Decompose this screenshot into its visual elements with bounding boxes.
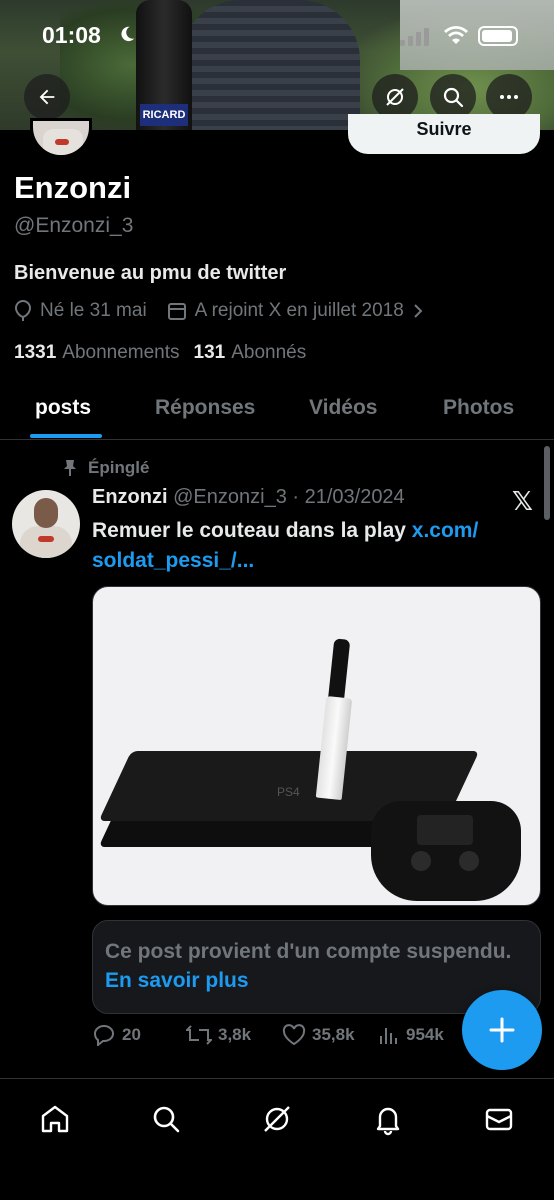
arrow-left-icon: [39, 89, 55, 105]
learn-more-link[interactable]: En savoir plus: [105, 969, 249, 992]
banner-bottle-label: RICARD: [140, 104, 188, 126]
post-text[interactable]: Remuer le couteau dans la play x.com/ so…: [92, 516, 532, 576]
nav-grok[interactable]: [257, 1099, 297, 1139]
nav-search[interactable]: [146, 1099, 186, 1139]
bell-icon: [376, 1107, 400, 1136]
active-tab-indicator: [30, 434, 102, 438]
wifi-icon: [444, 26, 468, 44]
birthday-text: Né le 31 mai: [40, 300, 147, 321]
post-media-image[interactable]: PS4: [92, 586, 541, 906]
avatar-shirt-mark: [55, 139, 69, 145]
profile-handle: @Enzonzi_3: [14, 214, 134, 237]
search-icon: [153, 1106, 180, 1133]
plus-icon: [489, 1017, 515, 1043]
reply-icon: [93, 1024, 115, 1046]
controller: [371, 801, 521, 901]
mail-icon: [485, 1108, 513, 1131]
tab-replies[interactable]: Réponses: [155, 396, 255, 420]
moon-icon: [121, 26, 135, 42]
post-author-meta: @Enzonzi_3 · 21/03/2024: [173, 486, 405, 508]
tab-photos[interactable]: Photos: [443, 396, 514, 420]
profile-avatar[interactable]: [30, 118, 92, 158]
pinned-text: Épinglé: [88, 458, 150, 477]
follow-counts: 1331 Abonnements 131 Abonnés: [14, 342, 320, 364]
pinned-label: Épinglé: [62, 458, 149, 478]
nav-messages[interactable]: [479, 1099, 519, 1139]
compose-button[interactable]: [462, 990, 542, 1070]
avatar-head: [34, 498, 58, 528]
balloon-icon: [14, 300, 32, 321]
profile-bio: Bienvenue au pmu de twitter: [14, 262, 287, 284]
view-count: 954k: [406, 1025, 444, 1044]
pin-icon: [64, 460, 76, 476]
tab-videos[interactable]: Vidéos: [309, 396, 377, 420]
x-logo-icon: 𝕏: [512, 486, 533, 516]
scrollbar[interactable]: [544, 446, 550, 520]
status-time: 01:08: [42, 22, 101, 48]
controller-touchpad: [417, 815, 473, 845]
post-author-avatar[interactable]: [12, 490, 80, 558]
suspended-text: Ce post provient d'un compte suspendu.: [105, 940, 512, 963]
following-count: 1331: [14, 342, 57, 363]
followers-label: Abonnés: [231, 342, 307, 363]
knife-handle: [327, 638, 351, 704]
followers-count: 131: [193, 342, 226, 363]
profile-meta: Né le 31 mai A rejoint X en juillet 2018: [14, 300, 444, 322]
post-body: Remuer le couteau dans la play: [92, 519, 412, 542]
profile-display-name: Enzonzi: [14, 170, 132, 205]
more-horizontal-icon: [500, 95, 518, 99]
search-icon: [443, 87, 464, 108]
home-icon: [41, 1105, 69, 1133]
grok-icon: [264, 1106, 290, 1132]
joined-text: A rejoint X en juillet 2018: [194, 300, 404, 321]
followers-link[interactable]: 131 Abonnés: [194, 342, 307, 364]
following-label: Abonnements: [62, 342, 180, 363]
views-button[interactable]: 954k: [378, 1024, 444, 1046]
post-author-name[interactable]: Enzonzi: [92, 486, 168, 508]
back-button[interactable]: [24, 74, 70, 120]
signal-icon: [400, 28, 429, 46]
reply-count: 20: [122, 1025, 141, 1044]
avatar-body: [20, 526, 72, 558]
nav-notifications[interactable]: [368, 1099, 408, 1139]
controller-left-stick: [411, 851, 431, 871]
profile-tabs: posts Réponses Vidéos Photos: [0, 384, 554, 440]
post-header: Enzonzi @Enzonzi_3 · 21/03/2024: [92, 486, 405, 509]
bottom-nav: [0, 1078, 554, 1200]
like-count: 35,8k: [312, 1025, 355, 1044]
chevron-right-icon: [414, 304, 423, 318]
heart-icon: [282, 1024, 306, 1046]
calendar-icon: [167, 303, 186, 320]
reply-button[interactable]: 20: [92, 1024, 141, 1046]
grok-icon: [386, 88, 404, 106]
console-logo: PS4: [277, 785, 300, 799]
like-button[interactable]: 35,8k: [282, 1024, 355, 1046]
birthday-item: Né le 31 mai: [14, 300, 147, 322]
battery-icon: [478, 26, 518, 46]
status-bar: 01:08: [0, 0, 554, 70]
repost-count: 3,8k: [218, 1025, 252, 1044]
following-link[interactable]: 1331 Abonnements: [14, 342, 180, 364]
avatar-shirt-mark: [38, 536, 54, 542]
repost-button[interactable]: 3,8k: [186, 1024, 251, 1046]
nav-home[interactable]: [35, 1099, 75, 1139]
views-icon: [380, 1028, 397, 1044]
repost-icon: [186, 1025, 212, 1045]
controller-right-stick: [459, 851, 479, 871]
joined-item[interactable]: A rejoint X en juillet 2018: [167, 300, 424, 322]
follow-button[interactable]: Suivre: [348, 114, 540, 154]
tab-posts[interactable]: posts: [35, 396, 91, 420]
